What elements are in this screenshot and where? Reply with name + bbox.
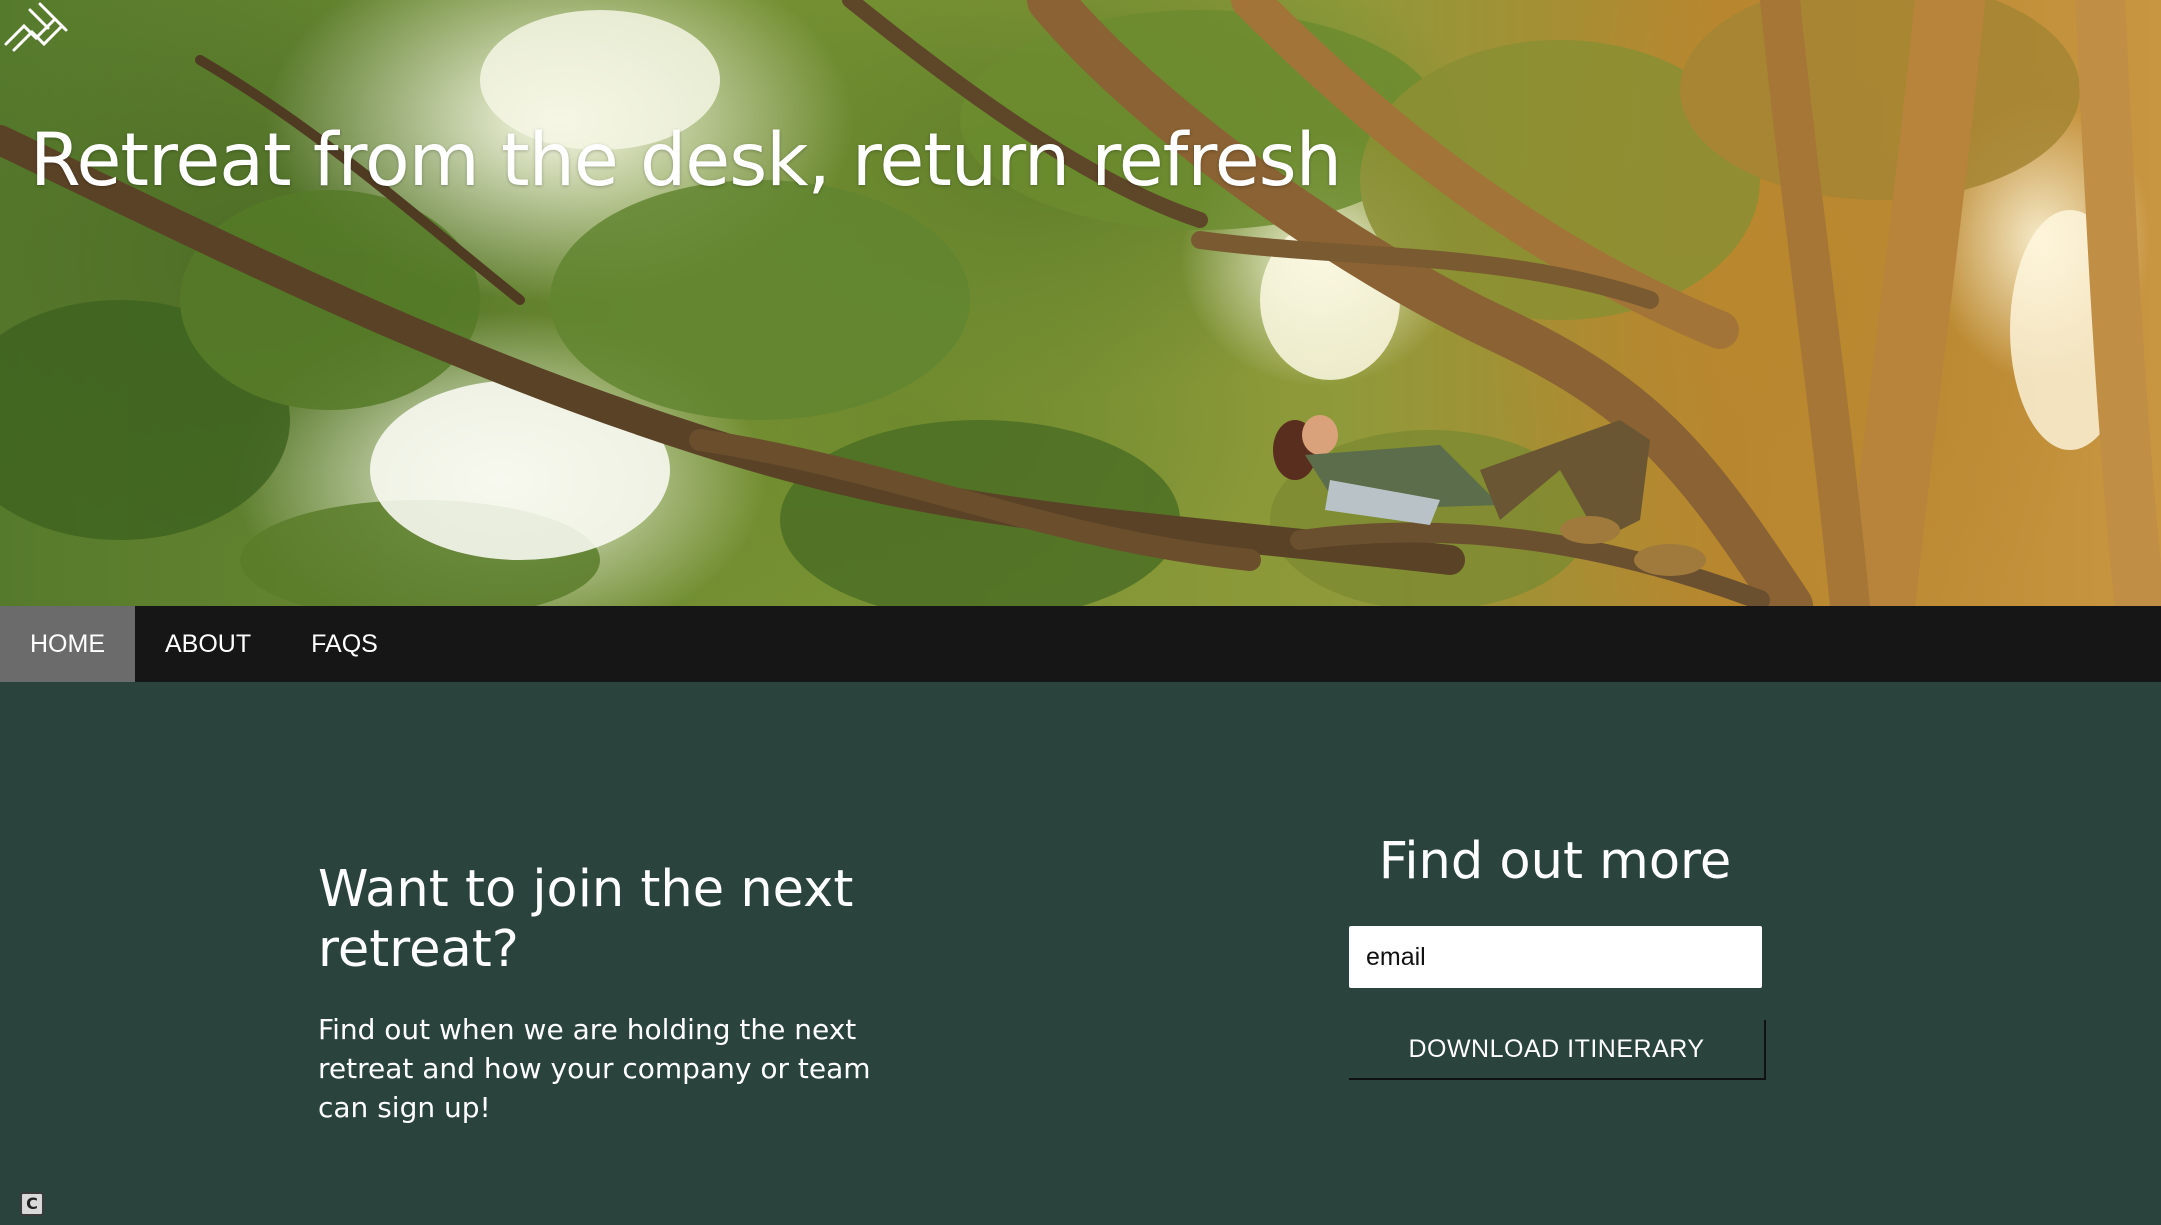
signup-section: Want to join the next retreat? Find out … [0,682,2161,1225]
join-heading: Want to join the next retreat? [318,860,854,979]
main-nav: HOME ABOUT FAQS [0,606,2161,682]
nav-item-about[interactable]: ABOUT [135,606,281,682]
hero-banner: Retreat from the desk, return refresh [0,0,2161,606]
join-description: Find out when we are holding the next re… [318,1013,871,1124]
download-itinerary-button[interactable]: DOWNLOAD ITINERARY [1349,1020,1766,1080]
nav-item-home[interactable]: HOME [0,606,135,682]
find-out-more-heading: Find out more [1378,832,1732,891]
site-logo-icon[interactable] [0,0,72,60]
nav-item-faqs[interactable]: FAQS [281,606,408,682]
corner-badge-icon[interactable]: C [20,1192,44,1216]
person-resting-in-tree-image [0,0,2161,606]
email-input[interactable] [1349,926,1762,988]
hero-title: Retreat from the desk, return refresh [30,118,1342,203]
